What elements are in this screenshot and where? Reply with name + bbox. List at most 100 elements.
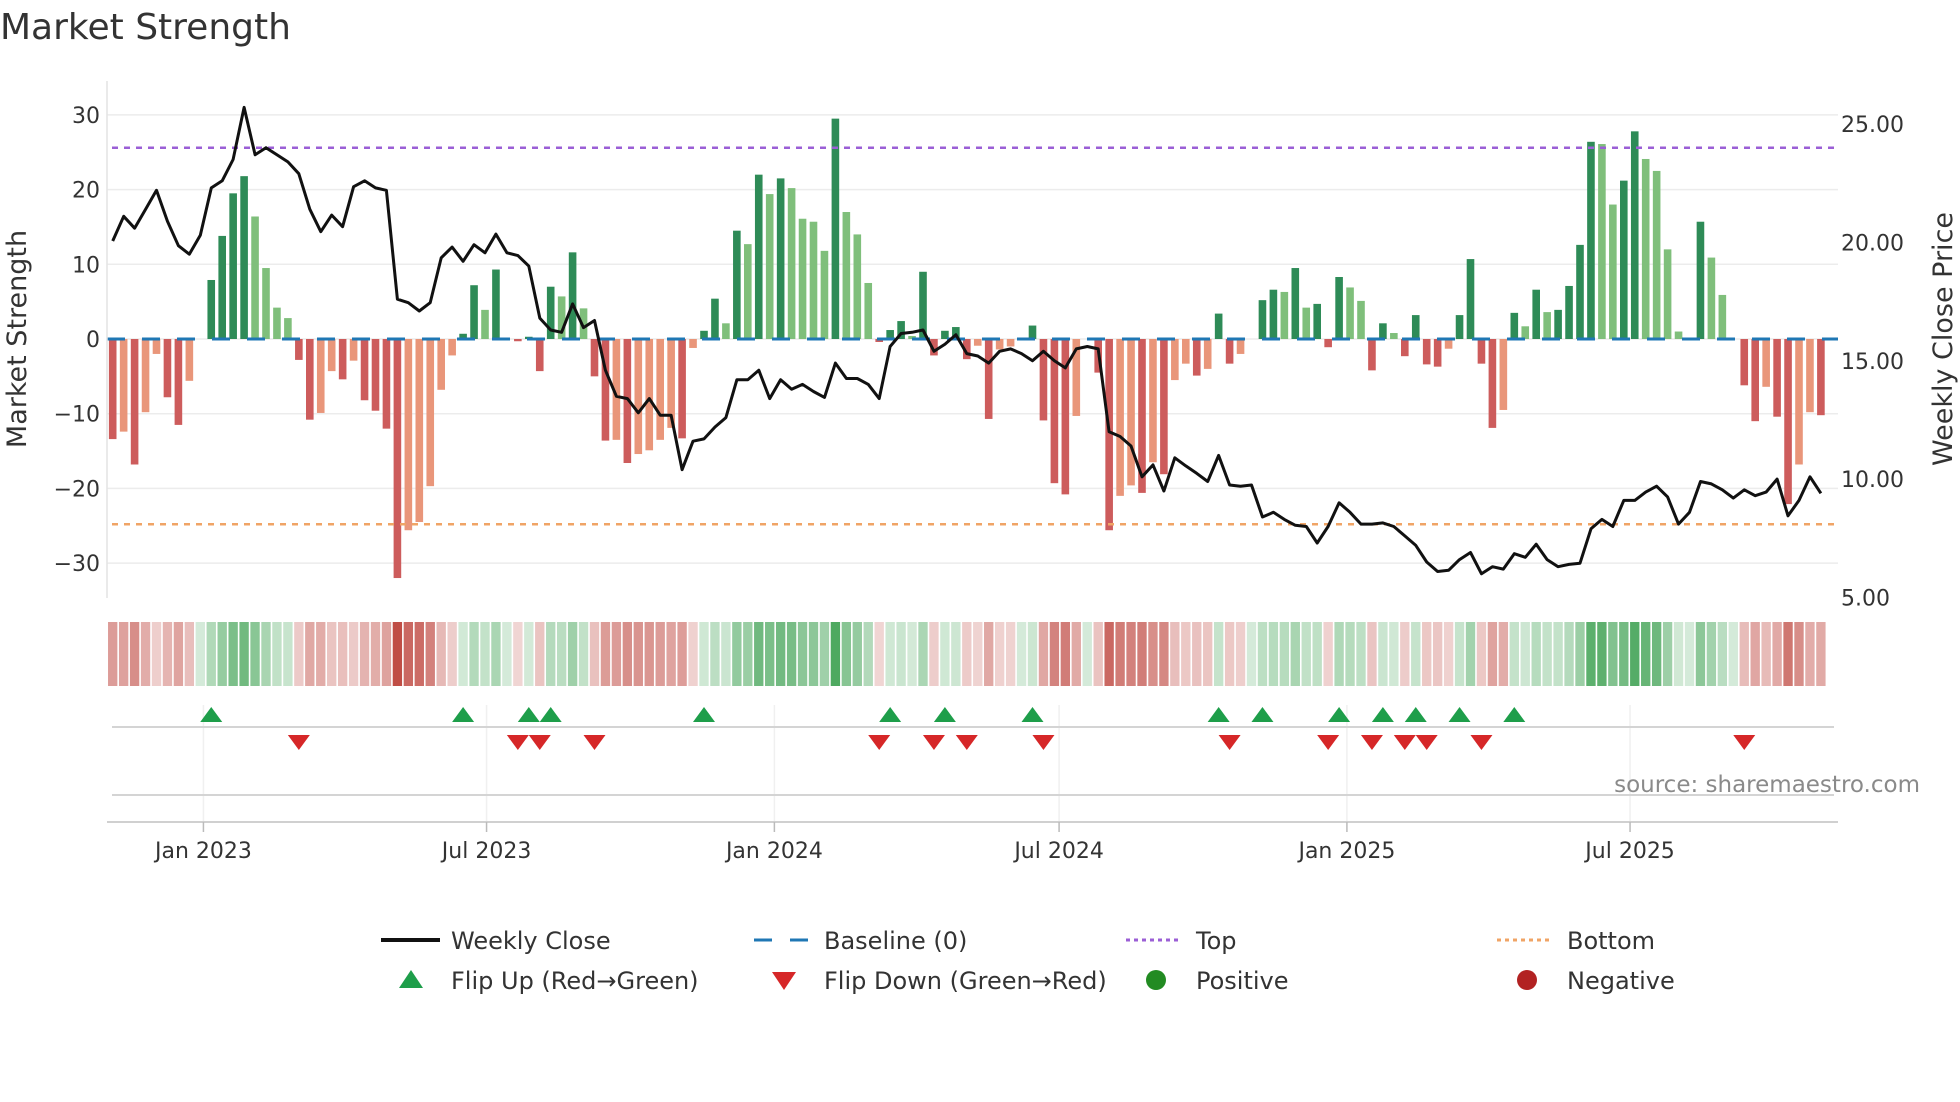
flip-up-marker [1371, 707, 1394, 722]
flip-down-marker [1393, 735, 1416, 750]
strength-bar [152, 339, 161, 354]
heatmap-cell [1071, 622, 1081, 686]
heatmap-cell [1170, 622, 1180, 686]
heatmap-cell [1378, 622, 1388, 686]
legend-label: Bottom [1567, 927, 1655, 955]
heatmap-cell [1049, 622, 1060, 686]
heatmap-cell [546, 622, 556, 686]
strength-bar [1280, 291, 1289, 339]
strength-bar [514, 339, 522, 342]
strength-bar [568, 252, 577, 339]
heatmap-cell [644, 622, 654, 686]
strength-bar [371, 339, 380, 411]
heatmap-cell [162, 622, 173, 686]
heatmap-cell [1400, 622, 1410, 686]
strength-bar [284, 318, 292, 339]
strength-bar [1335, 276, 1343, 339]
strength-bar [1192, 339, 1201, 376]
strength-bar [470, 285, 478, 339]
strength-bar [1609, 204, 1617, 339]
heatmap-cell [261, 622, 271, 686]
heatmap-cell [600, 622, 611, 686]
heatmap-cell [808, 622, 819, 686]
flip-down-marker [1415, 735, 1438, 750]
heatmap-cell [896, 622, 906, 686]
strength-bar [306, 339, 314, 420]
strength-bar [360, 339, 369, 401]
legend-circle-icon [1146, 970, 1166, 990]
heatmap-cell [1630, 622, 1640, 686]
heatmap-cell [283, 622, 293, 686]
strength-bars [108, 118, 1825, 579]
strength-bar [1499, 339, 1508, 410]
heatmap-cell [1597, 622, 1607, 686]
heatmap-cell [688, 622, 698, 686]
heatmap-cell [414, 622, 424, 686]
strength-bar [864, 282, 873, 339]
heatmap-cell [480, 622, 490, 686]
strength-bar [1751, 339, 1759, 422]
heatmap-cell [1312, 622, 1322, 686]
y-axis-label: Market Strength [2, 230, 33, 448]
strength-bar [973, 339, 982, 346]
heatmap-cell [524, 622, 534, 686]
legend-label: Negative [1567, 967, 1675, 995]
legend: Weekly Close Baseline (0) Top Bottom Flip Up… [381, 927, 1675, 995]
strength-bar [492, 269, 500, 339]
heatmap-cell [250, 622, 260, 686]
strength-bar [1532, 289, 1540, 339]
heatmap-cell [962, 622, 972, 686]
flip-down-marker [1360, 735, 1383, 750]
strength-bar [1641, 158, 1650, 339]
heatmap-cell [743, 622, 753, 686]
flip-markers-panel [112, 705, 1834, 822]
legend-item: Flip Up (Red→Green) [399, 967, 699, 995]
strength-bar [1127, 339, 1135, 486]
strength-bar [448, 339, 456, 356]
heatmap-cell [589, 622, 600, 686]
heatmap-cell [721, 622, 731, 686]
heatmap-cell [1728, 622, 1738, 686]
heatmap-cell [1432, 622, 1443, 686]
strength-bar [1806, 339, 1814, 413]
heatmap-cell [403, 622, 414, 686]
strength-bar [141, 339, 150, 413]
heatmap-cell [1005, 622, 1016, 686]
heatmap-cell [447, 622, 457, 686]
heatmap-cell [316, 622, 326, 686]
heatmap-cell [830, 622, 841, 686]
heatmap-cell [907, 622, 917, 686]
heatmap-cell [1772, 622, 1782, 686]
strength-bar [1576, 244, 1584, 339]
flip-down-marker [955, 735, 978, 750]
flip-up-marker [1503, 707, 1526, 722]
strength-bar [1598, 144, 1606, 339]
strength-bar [995, 339, 1004, 350]
heatmap-cell [984, 622, 994, 686]
flip-down-marker [506, 735, 529, 750]
heatmap-cell [1104, 622, 1114, 686]
flip-up-marker [879, 707, 902, 722]
strength-bar [316, 339, 325, 413]
y-tick-label: 0 [86, 328, 100, 353]
strength-bar [1554, 309, 1562, 339]
heatmap-cell [819, 622, 830, 686]
strength-bar [1773, 339, 1781, 417]
flip-up-marker [1251, 707, 1274, 722]
strength-bar [1160, 339, 1168, 475]
strength-bar [185, 339, 194, 381]
flip-up-marker [452, 707, 475, 722]
strength-bar [1587, 141, 1595, 339]
heatmap-cell [1367, 622, 1377, 686]
strength-bar [130, 339, 139, 465]
strength-bar [262, 268, 270, 339]
heatmap-cell [1301, 622, 1311, 686]
legend-label: Positive [1196, 967, 1289, 995]
strength-bar [1116, 339, 1124, 496]
flip-up-marker [539, 707, 562, 722]
heatmap-cell [327, 622, 337, 686]
strength-bar [218, 235, 226, 339]
heatmap-cell [1290, 622, 1300, 686]
x-tick-label: Jul 2023 [440, 839, 532, 864]
strength-bar [1411, 315, 1420, 339]
